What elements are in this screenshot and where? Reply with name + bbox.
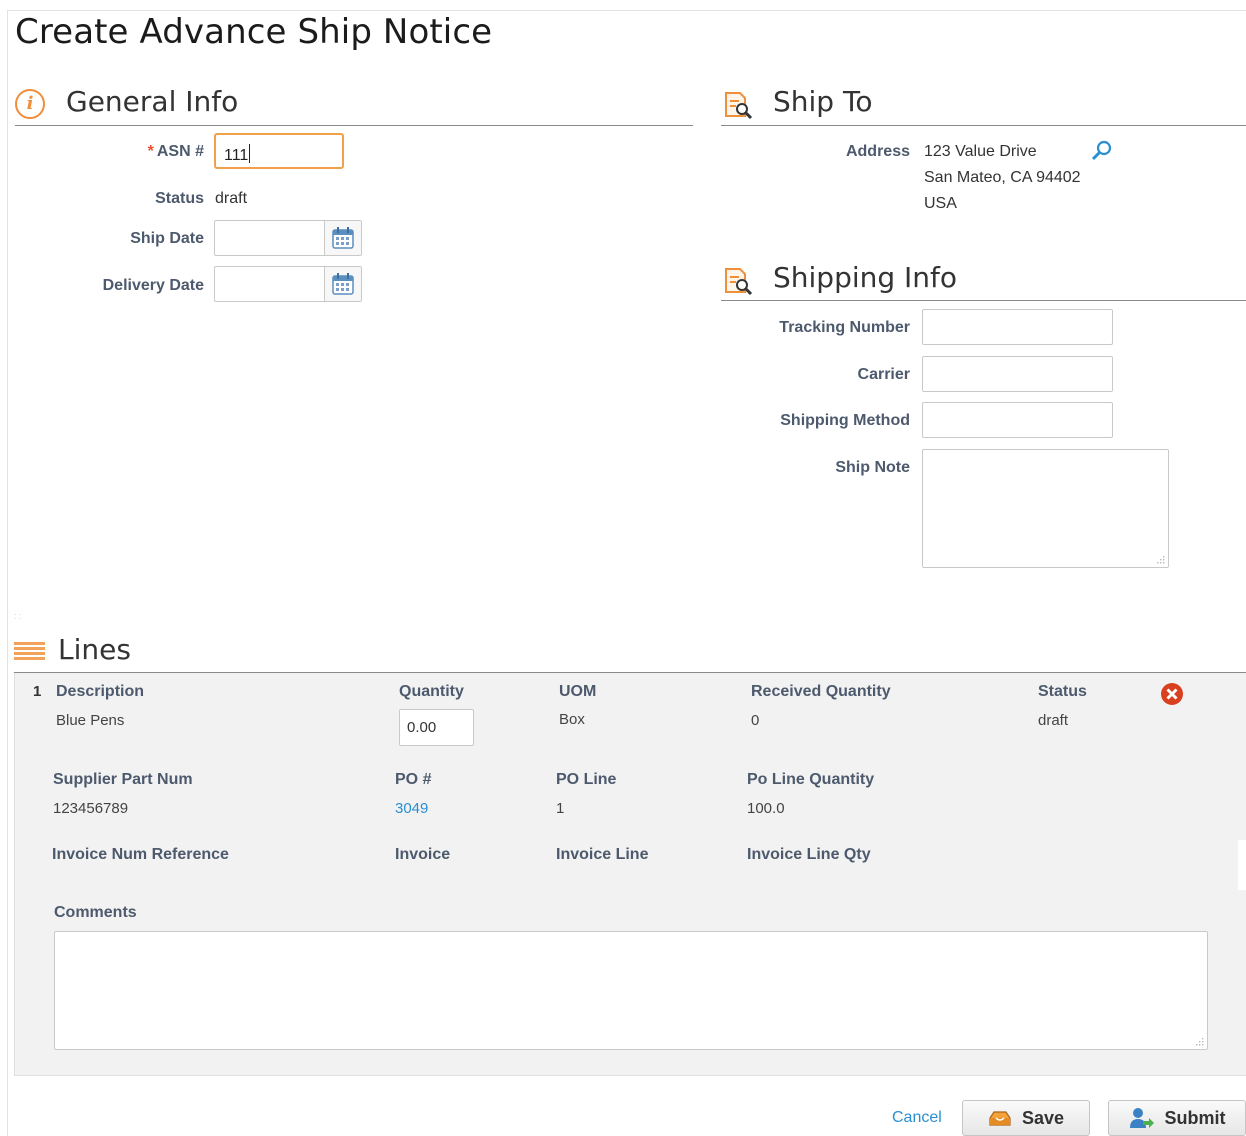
ship-date-input[interactable] [215,221,325,255]
tracking-number-input[interactable] [922,309,1113,345]
save-button[interactable]: Save [962,1100,1090,1136]
address-search-icon[interactable] [1090,139,1114,163]
asn-input[interactable]: 111 [214,133,344,169]
asn-label: * ASN # [60,143,204,161]
status-value: draft [215,190,248,207]
ship-date-label: Ship Date [130,230,204,247]
delivery-date-field [214,266,362,302]
ship-to-divider [721,125,1246,126]
ship-to-title: Ship To [773,85,873,118]
save-icon [989,1111,1011,1126]
invoice-header: Invoice [395,846,451,863]
document-search-icon [725,92,753,120]
invoice-line-qty-header: Invoice Line Qty [747,846,871,863]
invoice-line-header: Invoice Line [556,846,649,863]
delivery-date-input[interactable] [215,267,325,301]
lines-title: Lines [58,633,131,666]
address-label: Address [845,143,910,160]
ship-note-label: Ship Note [835,459,910,476]
panel-edge-tab [1238,840,1246,890]
tracking-number-label: Tracking Number [779,319,910,336]
quantity-header: Quantity [399,683,464,700]
address-line2: San Mateo, CA 94402 [924,169,1081,186]
status-label: Status [155,190,204,207]
resize-grip-icon[interactable] [1156,555,1165,564]
po-line-quantity-value: 100.0 [747,800,785,817]
description-value: Blue Pens [56,712,125,729]
ship-date-calendar-button[interactable] [324,221,361,255]
invoice-num-reference-header: Invoice Num Reference [52,846,229,863]
info-icon: i [15,89,45,119]
page-title: Create Advance Ship Notice [15,12,493,52]
delete-line-icon[interactable] [1160,682,1184,706]
po-line-quantity-header: Po Line Quantity [747,771,875,788]
calendar-icon [332,227,354,249]
po-line-value: 1 [556,800,565,817]
supplier-part-value: 123456789 [53,800,129,817]
asn-value: 111 [224,147,249,164]
ship-note-textarea[interactable] [922,449,1169,568]
line-status-value: draft [1038,712,1069,729]
carrier-label: Carrier [857,366,910,383]
quantity-input[interactable]: 0.00 [399,709,474,746]
carrier-input[interactable] [922,356,1113,392]
received-quantity-value: 0 [751,712,760,729]
address-line3: USA [924,195,957,212]
document-search-icon [725,268,753,296]
po-line-header: PO Line [556,771,617,788]
received-quantity-header: Received Quantity [751,683,891,700]
frame-border-left [7,10,8,1136]
supplier-part-header: Supplier Part Num [53,771,193,788]
required-mark: * [147,143,154,160]
resize-grip-icon[interactable] [1195,1037,1204,1046]
ship-date-field [214,220,362,256]
shipping-method-input[interactable] [922,402,1113,438]
uom-value: Box [559,711,585,728]
comments-label: Comments [54,904,137,921]
shipping-info-title: Shipping Info [773,261,958,294]
comments-textarea[interactable] [54,931,1208,1050]
list-icon [14,642,45,660]
po-number-link[interactable]: 3049 [395,800,428,817]
asn-label-text: ASN # [156,143,204,160]
save-label: Save [1021,1107,1065,1128]
submit-label: Submit [1164,1107,1226,1128]
line-number: 1 [33,683,42,700]
po-number-header: PO # [395,771,432,788]
drag-handle-icon[interactable]: :: [14,611,23,621]
submit-icon [1129,1108,1154,1128]
submit-button[interactable]: Submit [1108,1100,1246,1136]
shipping-method-label: Shipping Method [780,412,910,429]
description-header: Description [56,683,145,700]
address-line1: 123 Value Drive [924,143,1037,160]
shipping-info-divider [721,300,1246,301]
general-info-title: General Info [66,85,239,118]
line-status-header: Status [1038,683,1087,700]
delivery-date-label: Delivery Date [102,277,204,294]
frame-border-top [7,10,1246,11]
text-cursor [249,144,251,163]
cancel-link[interactable]: Cancel [892,1109,942,1127]
general-info-divider [15,125,693,126]
delivery-date-calendar-button[interactable] [324,267,361,301]
calendar-icon [332,273,354,295]
uom-header: UOM [559,683,597,700]
